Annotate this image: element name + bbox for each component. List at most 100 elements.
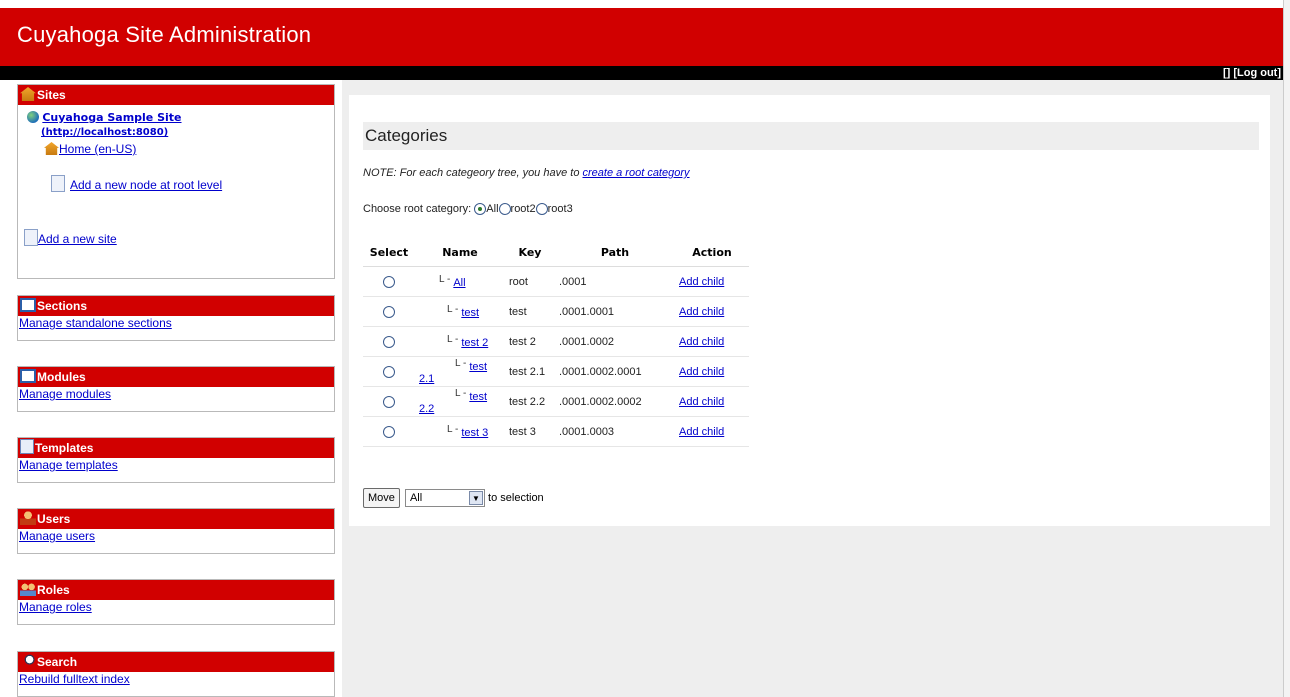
tree-branch-icon: L -: [455, 388, 467, 399]
root-option-root3-label: root3: [547, 203, 573, 215]
manage-sections-link[interactable]: Manage standalone sections: [18, 316, 334, 331]
roles-panel-header: Roles: [18, 580, 334, 600]
tree-branch-icon: L -: [455, 358, 467, 369]
category-name-link[interactable]: test 3: [461, 427, 488, 439]
name-cell: L - test 3: [415, 416, 505, 447]
path-cell: .0001.0003: [555, 416, 675, 447]
root-option-root2-label: root2: [510, 203, 536, 215]
path-cell: .0001.0002.0001: [555, 356, 675, 387]
key-cell: test 3: [505, 416, 555, 447]
root-radio-root2[interactable]: [498, 203, 511, 215]
move-bar: Move All ▼ to selection: [363, 488, 544, 508]
move-target-select[interactable]: All ▼: [404, 489, 485, 508]
page-icon: [24, 229, 38, 246]
key-cell: root: [505, 266, 555, 297]
sections-panel: Sections Manage standalone sections: [17, 295, 335, 341]
home-node-link[interactable]: Home (en-US): [59, 142, 136, 156]
root-radio-all[interactable]: [474, 203, 487, 215]
row-select-radio[interactable]: [383, 275, 395, 288]
user-icon: [20, 511, 36, 525]
site-entry: Cuyahoga Sample Site (http://localhost:8…: [18, 105, 334, 138]
action-cell: Add child: [675, 266, 749, 297]
rebuild-index-link[interactable]: Rebuild fulltext index: [18, 672, 334, 687]
page-scrollbar[interactable]: [1283, 0, 1290, 697]
row-select-radio[interactable]: [383, 365, 395, 378]
create-root-category-link[interactable]: create a root category: [583, 167, 690, 179]
path-cell: .0001.0002: [555, 326, 675, 357]
table-row: L - test 2 test 2 .0001.0002 Add child: [363, 326, 749, 357]
move-suffix-text: to selection: [488, 492, 544, 504]
add-child-link[interactable]: Add child: [679, 276, 724, 288]
col-header-select: Select: [363, 238, 415, 267]
site-name-link[interactable]: Cuyahoga Sample Site: [42, 111, 181, 124]
col-header-action: Action: [675, 238, 749, 267]
manage-modules-link[interactable]: Manage modules: [18, 387, 334, 402]
add-child-link[interactable]: Add child: [679, 306, 724, 318]
row-select-radio[interactable]: [383, 335, 395, 348]
sites-panel-header: Sites: [18, 85, 334, 105]
categories-content: Categories NOTE: For each categeory tree…: [349, 95, 1270, 526]
name-cell: L - test 2: [415, 326, 505, 357]
top-bar: [] [Log out]: [0, 66, 1283, 80]
manage-templates-link[interactable]: Manage templates: [18, 458, 334, 473]
tree-branch-icon: L -: [447, 334, 459, 345]
globe-icon: [27, 111, 39, 123]
search-panel-title: Search: [37, 655, 78, 669]
add-site-link[interactable]: Add a new site: [38, 232, 117, 246]
sections-panel-title: Sections: [37, 299, 88, 313]
action-cell: Add child: [675, 296, 749, 327]
search-icon: [20, 654, 36, 668]
app-title: Cuyahoga Site Administration: [17, 22, 312, 47]
modules-icon: [20, 369, 36, 383]
users-panel-header: Users: [18, 509, 334, 529]
col-header-path: Path: [555, 238, 675, 267]
templates-panel: Templates Manage templates: [17, 437, 335, 483]
sections-icon: [20, 298, 36, 312]
modules-panel: Modules Manage modules: [17, 366, 335, 412]
sections-panel-header: Sections: [18, 296, 334, 316]
sites-panel-title: Sites: [37, 88, 66, 102]
row-select-radio[interactable]: [383, 305, 395, 318]
select-cell: [363, 386, 415, 417]
root-category-chooser: Choose root category: All root2 root3: [363, 203, 573, 215]
category-name-link[interactable]: All: [453, 277, 465, 289]
tree-branch-icon: L -: [447, 304, 459, 315]
add-child-link[interactable]: Add child: [679, 426, 724, 438]
add-child-link[interactable]: Add child: [679, 366, 724, 378]
key-cell: test: [505, 296, 555, 327]
add-child-link[interactable]: Add child: [679, 336, 724, 348]
manage-users-link[interactable]: Manage users: [18, 529, 334, 544]
manage-roles-link[interactable]: Manage roles: [18, 600, 334, 615]
home-icon: [44, 142, 59, 155]
users-panel-title: Users: [37, 512, 71, 526]
category-name-link[interactable]: test 2: [461, 337, 488, 349]
root-option-all-label: All: [486, 203, 499, 215]
add-node-row: Add a new node at root level: [18, 156, 334, 192]
row-select-radio[interactable]: [383, 425, 395, 438]
move-target-value: All: [409, 492, 423, 505]
select-cell: [363, 266, 415, 297]
app-header: Cuyahoga Site Administration: [0, 8, 1283, 66]
logout-link[interactable]: [Log out]: [1233, 67, 1281, 79]
col-header-key: Key: [505, 238, 555, 267]
templates-icon: [20, 439, 34, 454]
search-panel-header: Search: [18, 652, 334, 672]
select-cell: [363, 416, 415, 447]
action-cell: Add child: [675, 416, 749, 447]
home-node: Home (en-US): [18, 138, 334, 156]
table-row: L - All root .0001 Add child: [363, 266, 749, 297]
add-node-link[interactable]: Add a new node at root level: [70, 178, 222, 192]
templates-panel-title: Templates: [35, 441, 94, 455]
user-link[interactable]: []: [1223, 67, 1230, 79]
table-row: L - test 2.1 test 2.1.0001.0002.0001 Add ch…: [363, 356, 749, 387]
add-child-link[interactable]: Add child: [679, 396, 724, 408]
col-header-name: Name: [415, 238, 505, 267]
chevron-down-icon[interactable]: ▼: [468, 491, 483, 506]
move-button[interactable]: Move: [363, 488, 400, 508]
category-name-link[interactable]: test: [461, 307, 479, 319]
path-cell: .0001.0002.0002: [555, 386, 675, 417]
name-cell: L - test 2.1: [415, 356, 505, 387]
site-url-link[interactable]: (http://localhost:8080): [41, 127, 168, 138]
root-radio-root3[interactable]: [535, 203, 548, 215]
row-select-radio[interactable]: [383, 395, 395, 408]
